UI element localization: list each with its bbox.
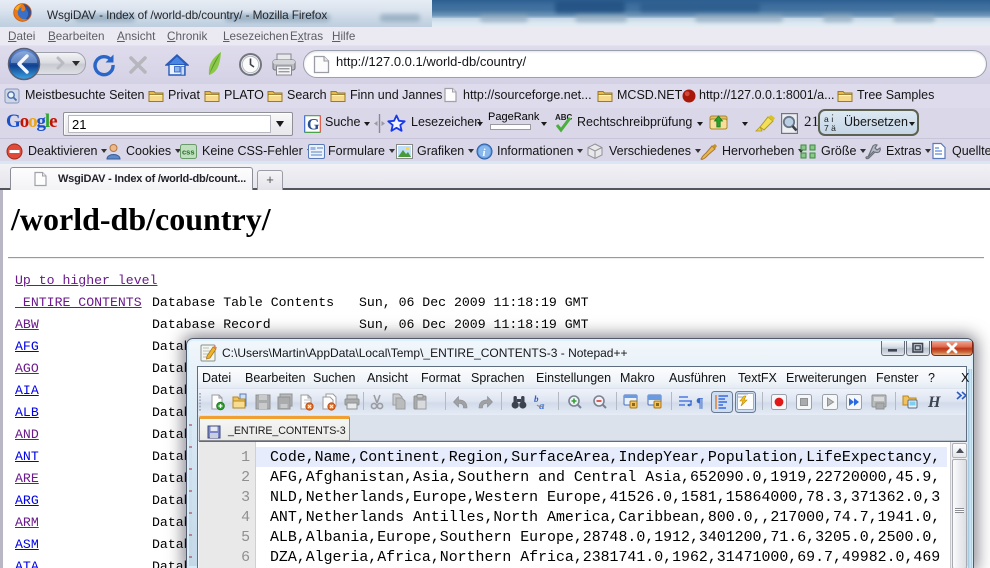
svg-text:G: G (307, 117, 320, 134)
svg-text:css: css (182, 148, 195, 157)
svg-text:7 ä: 7 ä (824, 123, 836, 132)
svg-text:H: H (927, 394, 941, 411)
svg-text:¶: ¶ (696, 396, 704, 411)
